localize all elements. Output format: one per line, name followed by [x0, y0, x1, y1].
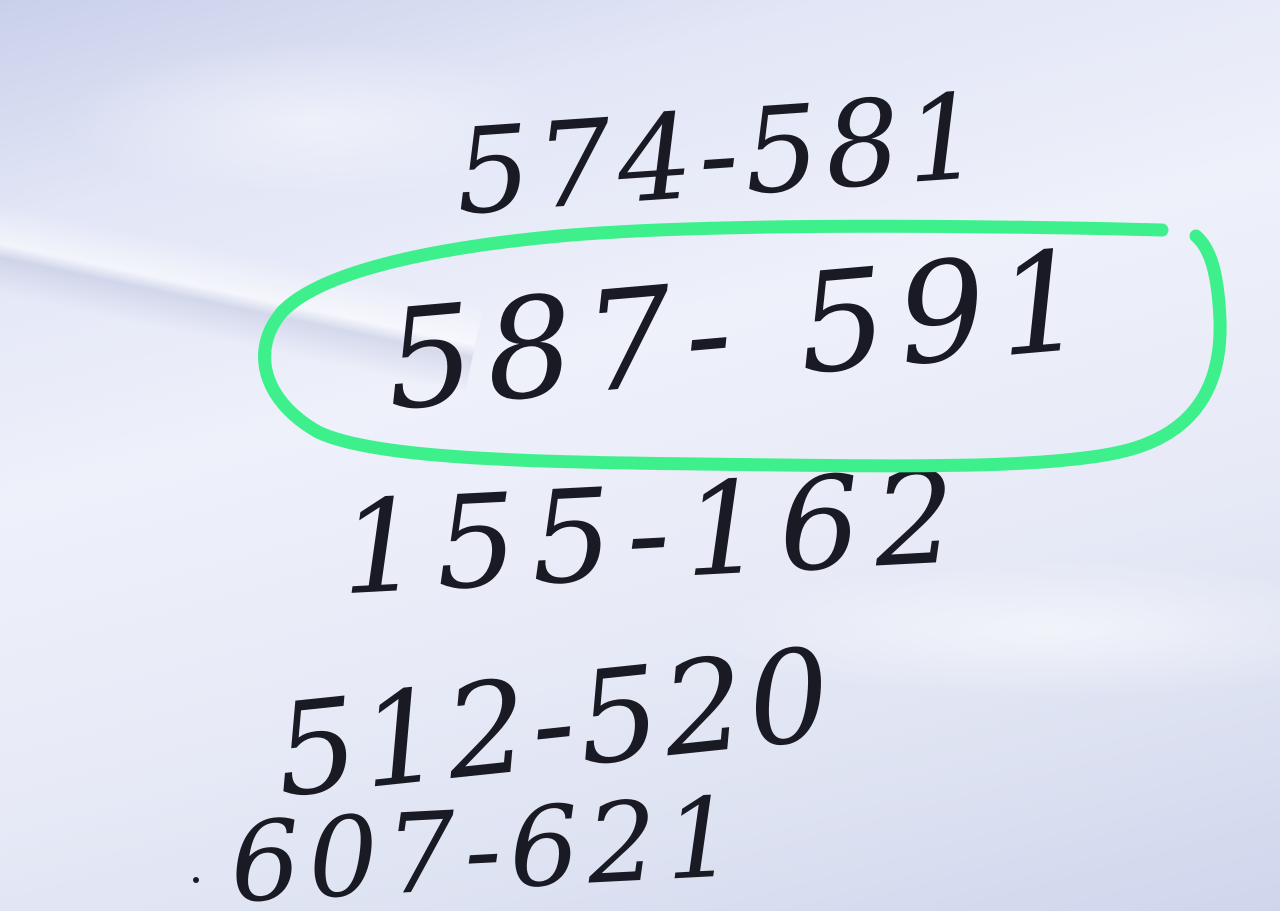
paper-photo: 574-581 587- 591 155-162 512-520 607-621 — [0, 0, 1280, 911]
highlight-circle — [258, 219, 1227, 473]
